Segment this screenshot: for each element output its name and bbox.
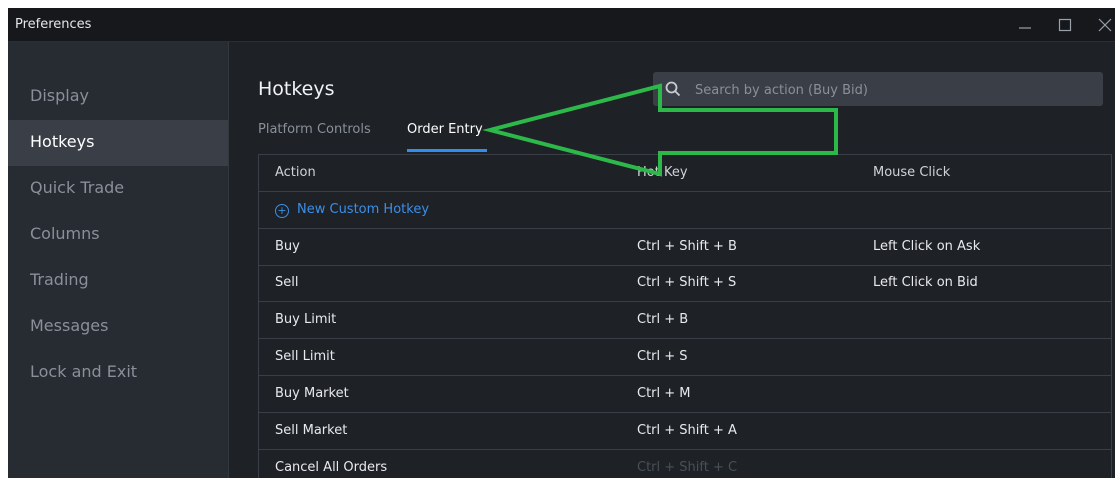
- table-row[interactable]: Sell Limit Ctrl + S: [259, 339, 1111, 376]
- column-header-action: Action: [275, 165, 316, 180]
- sidebar-item-label: Display: [30, 86, 89, 105]
- sidebar-item-label: Messages: [30, 316, 109, 335]
- table-row[interactable]: Cancel All Orders Ctrl + Shift + C: [259, 450, 1111, 478]
- sidebar-item-label: Columns: [30, 224, 100, 243]
- column-header-hotkey: Hot Key: [637, 165, 688, 180]
- sidebar-item-lock-and-exit[interactable]: Lock and Exit: [8, 350, 228, 396]
- sidebar-item-quick-trade[interactable]: Quick Trade: [8, 166, 228, 212]
- title-bar: Preferences: [8, 8, 1115, 42]
- main-panel: Hotkeys Platform Controls Order Entry Ac…: [229, 42, 1115, 478]
- new-custom-hotkey-row: + New Custom Hotkey: [259, 192, 1111, 228]
- active-tab-indicator: [407, 149, 487, 152]
- row-action: Cancel All Orders: [275, 460, 388, 475]
- table-row[interactable]: Buy Limit Ctrl + B: [259, 302, 1111, 339]
- minimize-icon: [1019, 27, 1031, 29]
- row-hotkey: Ctrl + Shift + A: [637, 423, 737, 438]
- row-mouse-click: Left Click on Bid: [873, 275, 978, 290]
- maximize-button[interactable]: [1045, 8, 1085, 41]
- sidebar-item-label: Trading: [30, 270, 89, 289]
- new-custom-hotkey-label: New Custom Hotkey: [297, 202, 430, 217]
- row-action: Sell Limit: [275, 349, 335, 364]
- sidebar-item-display[interactable]: Display: [8, 74, 228, 120]
- column-header-mouse-click: Mouse Click: [873, 165, 951, 180]
- table-row[interactable]: Sell Market Ctrl + Shift + A: [259, 413, 1111, 450]
- tab-platform-controls[interactable]: Platform Controls: [258, 122, 371, 152]
- add-circle-icon: +: [275, 204, 289, 218]
- sidebar-item-messages[interactable]: Messages: [8, 304, 228, 350]
- sidebar-item-label: Quick Trade: [30, 178, 125, 197]
- close-icon: [1098, 18, 1112, 32]
- sidebar-item-label: Lock and Exit: [30, 362, 138, 381]
- row-hotkey: Ctrl + Shift + B: [637, 239, 737, 254]
- sidebar-item-trading[interactable]: Trading: [8, 258, 228, 304]
- row-action: Buy Market: [275, 386, 349, 401]
- preferences-window: Preferences Display Hotkeys Quick Trade …: [8, 8, 1115, 478]
- tab-order-entry[interactable]: Order Entry: [407, 122, 483, 152]
- row-hotkey: Ctrl + B: [637, 312, 689, 327]
- page-title: Hotkeys: [258, 78, 335, 100]
- row-action: Sell: [275, 275, 299, 290]
- row-hotkey: Ctrl + S: [637, 349, 688, 364]
- search-input[interactable]: [693, 72, 1097, 108]
- row-action: Buy Limit: [275, 312, 337, 327]
- search-box: [653, 72, 1103, 108]
- new-custom-hotkey-link[interactable]: + New Custom Hotkey: [275, 202, 429, 218]
- table-row[interactable]: Sell Ctrl + Shift + S Left Click on Bid: [259, 265, 1111, 302]
- table-row[interactable]: Buy Market Ctrl + M: [259, 376, 1111, 413]
- table-row[interactable]: Buy Ctrl + Shift + B Left Click on Ask: [259, 228, 1111, 266]
- table-header: Action Hot Key Mouse Click: [259, 155, 1111, 192]
- row-hotkey: Ctrl + M: [637, 386, 691, 401]
- sidebar-item-hotkeys[interactable]: Hotkeys: [8, 120, 228, 166]
- row-mouse-click: Left Click on Ask: [873, 239, 981, 254]
- close-button[interactable]: [1085, 8, 1115, 41]
- row-action: Buy: [275, 239, 300, 254]
- minimize-button[interactable]: [1005, 8, 1045, 41]
- maximize-icon: [1058, 18, 1072, 32]
- sidebar-item-columns[interactable]: Columns: [8, 212, 228, 258]
- hotkeys-table: Action Hot Key Mouse Click + New Custom H…: [258, 154, 1112, 478]
- row-action: Sell Market: [275, 423, 348, 438]
- row-hotkey: Ctrl + Shift + S: [637, 275, 737, 290]
- sidebar-item-label: Hotkeys: [30, 132, 95, 151]
- sidebar: Display Hotkeys Quick Trade Columns Trad…: [8, 42, 229, 478]
- search-icon: [665, 81, 681, 97]
- window-title: Preferences: [15, 17, 92, 32]
- row-hotkey: Ctrl + Shift + C: [637, 460, 738, 475]
